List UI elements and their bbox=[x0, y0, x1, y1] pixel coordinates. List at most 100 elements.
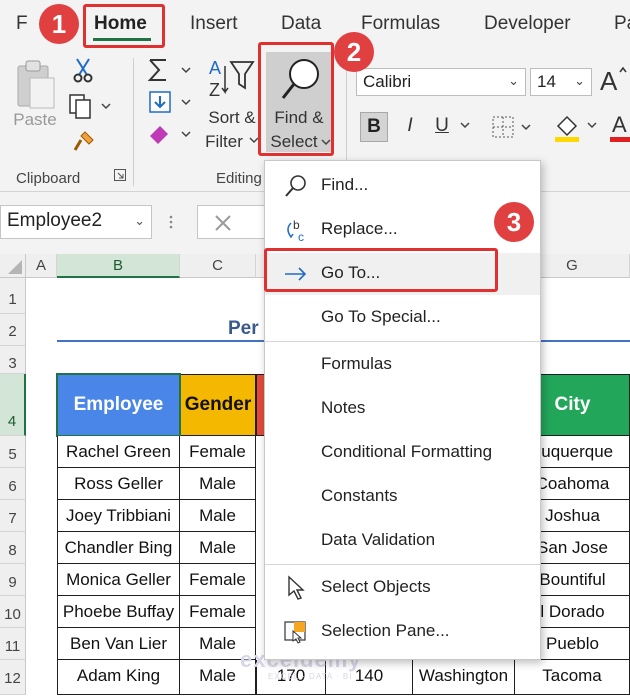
svg-text:c: c bbox=[298, 230, 304, 243]
row-header-9[interactable]: 9 bbox=[0, 564, 26, 596]
menu-label-select-objects: Select Objects bbox=[321, 577, 431, 596]
menu-label-selection-pane: Selection Pane... bbox=[321, 621, 450, 640]
cell-employee[interactable]: Phoebe Buffay bbox=[57, 596, 180, 628]
menu-label-notes: Notes bbox=[321, 398, 366, 417]
dialog-launcher-icon[interactable] bbox=[113, 168, 127, 182]
cancel-icon[interactable] bbox=[212, 212, 234, 234]
cell-gender[interactable]: Female bbox=[180, 564, 256, 596]
row-header-5[interactable]: 5 bbox=[0, 436, 26, 468]
tab-insert[interactable]: Insert bbox=[190, 13, 238, 35]
menu-item-notes[interactable]: Notes bbox=[265, 388, 540, 430]
font-name-select[interactable]: Calibri ⌄ bbox=[356, 68, 526, 96]
cell-gender[interactable]: Female bbox=[180, 596, 256, 628]
cell-employee[interactable]: Chandler Bing bbox=[57, 532, 180, 564]
menu-label-constants: Constants bbox=[321, 486, 398, 505]
tab-file[interactable]: F bbox=[16, 13, 28, 35]
row-header-3[interactable]: 3 bbox=[0, 346, 26, 374]
clear-icon[interactable] bbox=[146, 120, 198, 148]
row-header-7[interactable]: 7 bbox=[0, 500, 26, 532]
fill-color-icon[interactable] bbox=[552, 110, 602, 144]
cell-employee[interactable]: Adam King bbox=[57, 660, 180, 695]
row-header-6[interactable]: 6 bbox=[0, 468, 26, 500]
group-separator bbox=[133, 58, 134, 186]
select-all-corner[interactable] bbox=[0, 254, 26, 278]
search-icon bbox=[283, 173, 309, 199]
menu-label-find: Find... bbox=[321, 175, 369, 194]
font-name-value: Calibri bbox=[363, 72, 412, 91]
svg-text:A: A bbox=[600, 66, 618, 94]
step-badge-1: 1 bbox=[39, 4, 79, 44]
cell-gender[interactable]: Male bbox=[180, 500, 256, 532]
chevron-down-icon: ⌄ bbox=[134, 213, 145, 228]
column-header-a[interactable]: A bbox=[26, 254, 57, 278]
row-header-8[interactable]: 8 bbox=[0, 532, 26, 564]
row-header-2[interactable]: 2 bbox=[0, 314, 26, 346]
autosum-icon[interactable] bbox=[146, 56, 198, 84]
italic-button[interactable]: I bbox=[397, 112, 423, 142]
font-color-icon[interactable]: A bbox=[608, 110, 630, 144]
tab-developer[interactable]: Developer bbox=[484, 13, 571, 35]
cell-state[interactable]: Washington bbox=[413, 660, 515, 695]
chevron-down-icon[interactable] bbox=[458, 118, 472, 132]
cell-gender[interactable]: Female bbox=[180, 436, 256, 468]
sort-filter-label-2[interactable]: Filter bbox=[200, 130, 248, 154]
column-header-b[interactable]: B bbox=[57, 254, 180, 278]
bold-button[interactable]: B bbox=[360, 112, 388, 142]
highlight-find-select bbox=[258, 42, 334, 156]
fill-icon[interactable] bbox=[146, 88, 198, 116]
highlight-home-tab bbox=[83, 4, 165, 48]
row-header-12[interactable]: 12 bbox=[0, 660, 26, 695]
selection-pane-icon bbox=[283, 619, 309, 645]
underline-button[interactable]: U bbox=[429, 112, 455, 142]
borders-icon[interactable] bbox=[490, 112, 536, 142]
cell-employee[interactable]: Joey Tribbiani bbox=[57, 500, 180, 532]
row-header-1[interactable]: 1 bbox=[0, 278, 26, 314]
menu-item-constants[interactable]: Constants bbox=[265, 476, 540, 518]
chevron-down-icon: ⌄ bbox=[508, 73, 519, 88]
menu-item-formulas[interactable]: Formulas bbox=[265, 344, 540, 386]
menu-item-selection-pane[interactable]: Selection Pane... bbox=[265, 611, 540, 653]
menu-item-conditional-formatting[interactable]: Conditional Formatting bbox=[265, 432, 540, 474]
cell-gender[interactable]: Male bbox=[180, 532, 256, 564]
row-header-10[interactable]: 10 bbox=[0, 596, 26, 628]
menu-item-find[interactable]: Find... bbox=[265, 165, 540, 207]
formula-bar-grip[interactable] bbox=[168, 214, 174, 230]
column-header-c[interactable]: C bbox=[180, 254, 256, 278]
menu-item-select-objects[interactable]: Select Objects bbox=[265, 567, 540, 609]
font-size-select[interactable]: 14 ⌄ bbox=[530, 68, 592, 96]
step-badge-2: 2 bbox=[334, 32, 374, 72]
font-size-value: 14 bbox=[537, 72, 556, 91]
row-header-11[interactable]: 11 bbox=[0, 628, 26, 660]
paste-label[interactable]: Paste bbox=[10, 108, 60, 132]
cell-employee[interactable]: Ross Geller bbox=[57, 468, 180, 500]
tab-page-layout[interactable]: Pa bbox=[614, 13, 630, 35]
menu-label-replace: Replace... bbox=[321, 219, 398, 238]
cell-gender[interactable]: Male bbox=[180, 468, 256, 500]
menu-label-go-to-special: Go To Special... bbox=[321, 307, 441, 326]
tab-formulas[interactable]: Formulas bbox=[361, 13, 440, 35]
format-painter-icon[interactable] bbox=[70, 128, 96, 156]
name-box[interactable]: Employee2 ⌄ bbox=[0, 205, 152, 239]
sort-filter-label-1[interactable]: Sort & bbox=[200, 106, 264, 130]
menu-item-go-to-special[interactable]: Go To Special... bbox=[265, 297, 540, 339]
cell-employee[interactable]: Monica Geller bbox=[57, 564, 180, 596]
menu-label-conditional-formatting: Conditional Formatting bbox=[321, 442, 493, 461]
paste-icon[interactable] bbox=[14, 58, 56, 110]
sort-filter-icon[interactable]: AZ bbox=[207, 56, 257, 102]
menu-item-data-validation[interactable]: Data Validation bbox=[265, 520, 540, 562]
row-header-4[interactable]: 4 bbox=[0, 374, 26, 436]
menu-separator bbox=[265, 341, 540, 342]
menu-separator bbox=[265, 564, 540, 565]
cell-city[interactable]: Tacoma bbox=[515, 660, 630, 695]
header-gender[interactable]: Gender bbox=[180, 374, 256, 436]
cell-employee[interactable]: Ben Van Lier bbox=[57, 628, 180, 660]
svg-text:Z: Z bbox=[209, 80, 220, 100]
step-badge-3: 3 bbox=[494, 202, 534, 242]
copy-icon[interactable] bbox=[68, 92, 112, 120]
cut-icon[interactable] bbox=[70, 56, 96, 84]
increase-font-size-icon[interactable]: A bbox=[598, 64, 628, 94]
name-box-value: Employee2 bbox=[7, 210, 103, 231]
tab-data[interactable]: Data bbox=[281, 13, 321, 35]
cell-employee[interactable]: Rachel Green bbox=[57, 436, 180, 468]
editing-group-label: Editing bbox=[216, 170, 262, 187]
